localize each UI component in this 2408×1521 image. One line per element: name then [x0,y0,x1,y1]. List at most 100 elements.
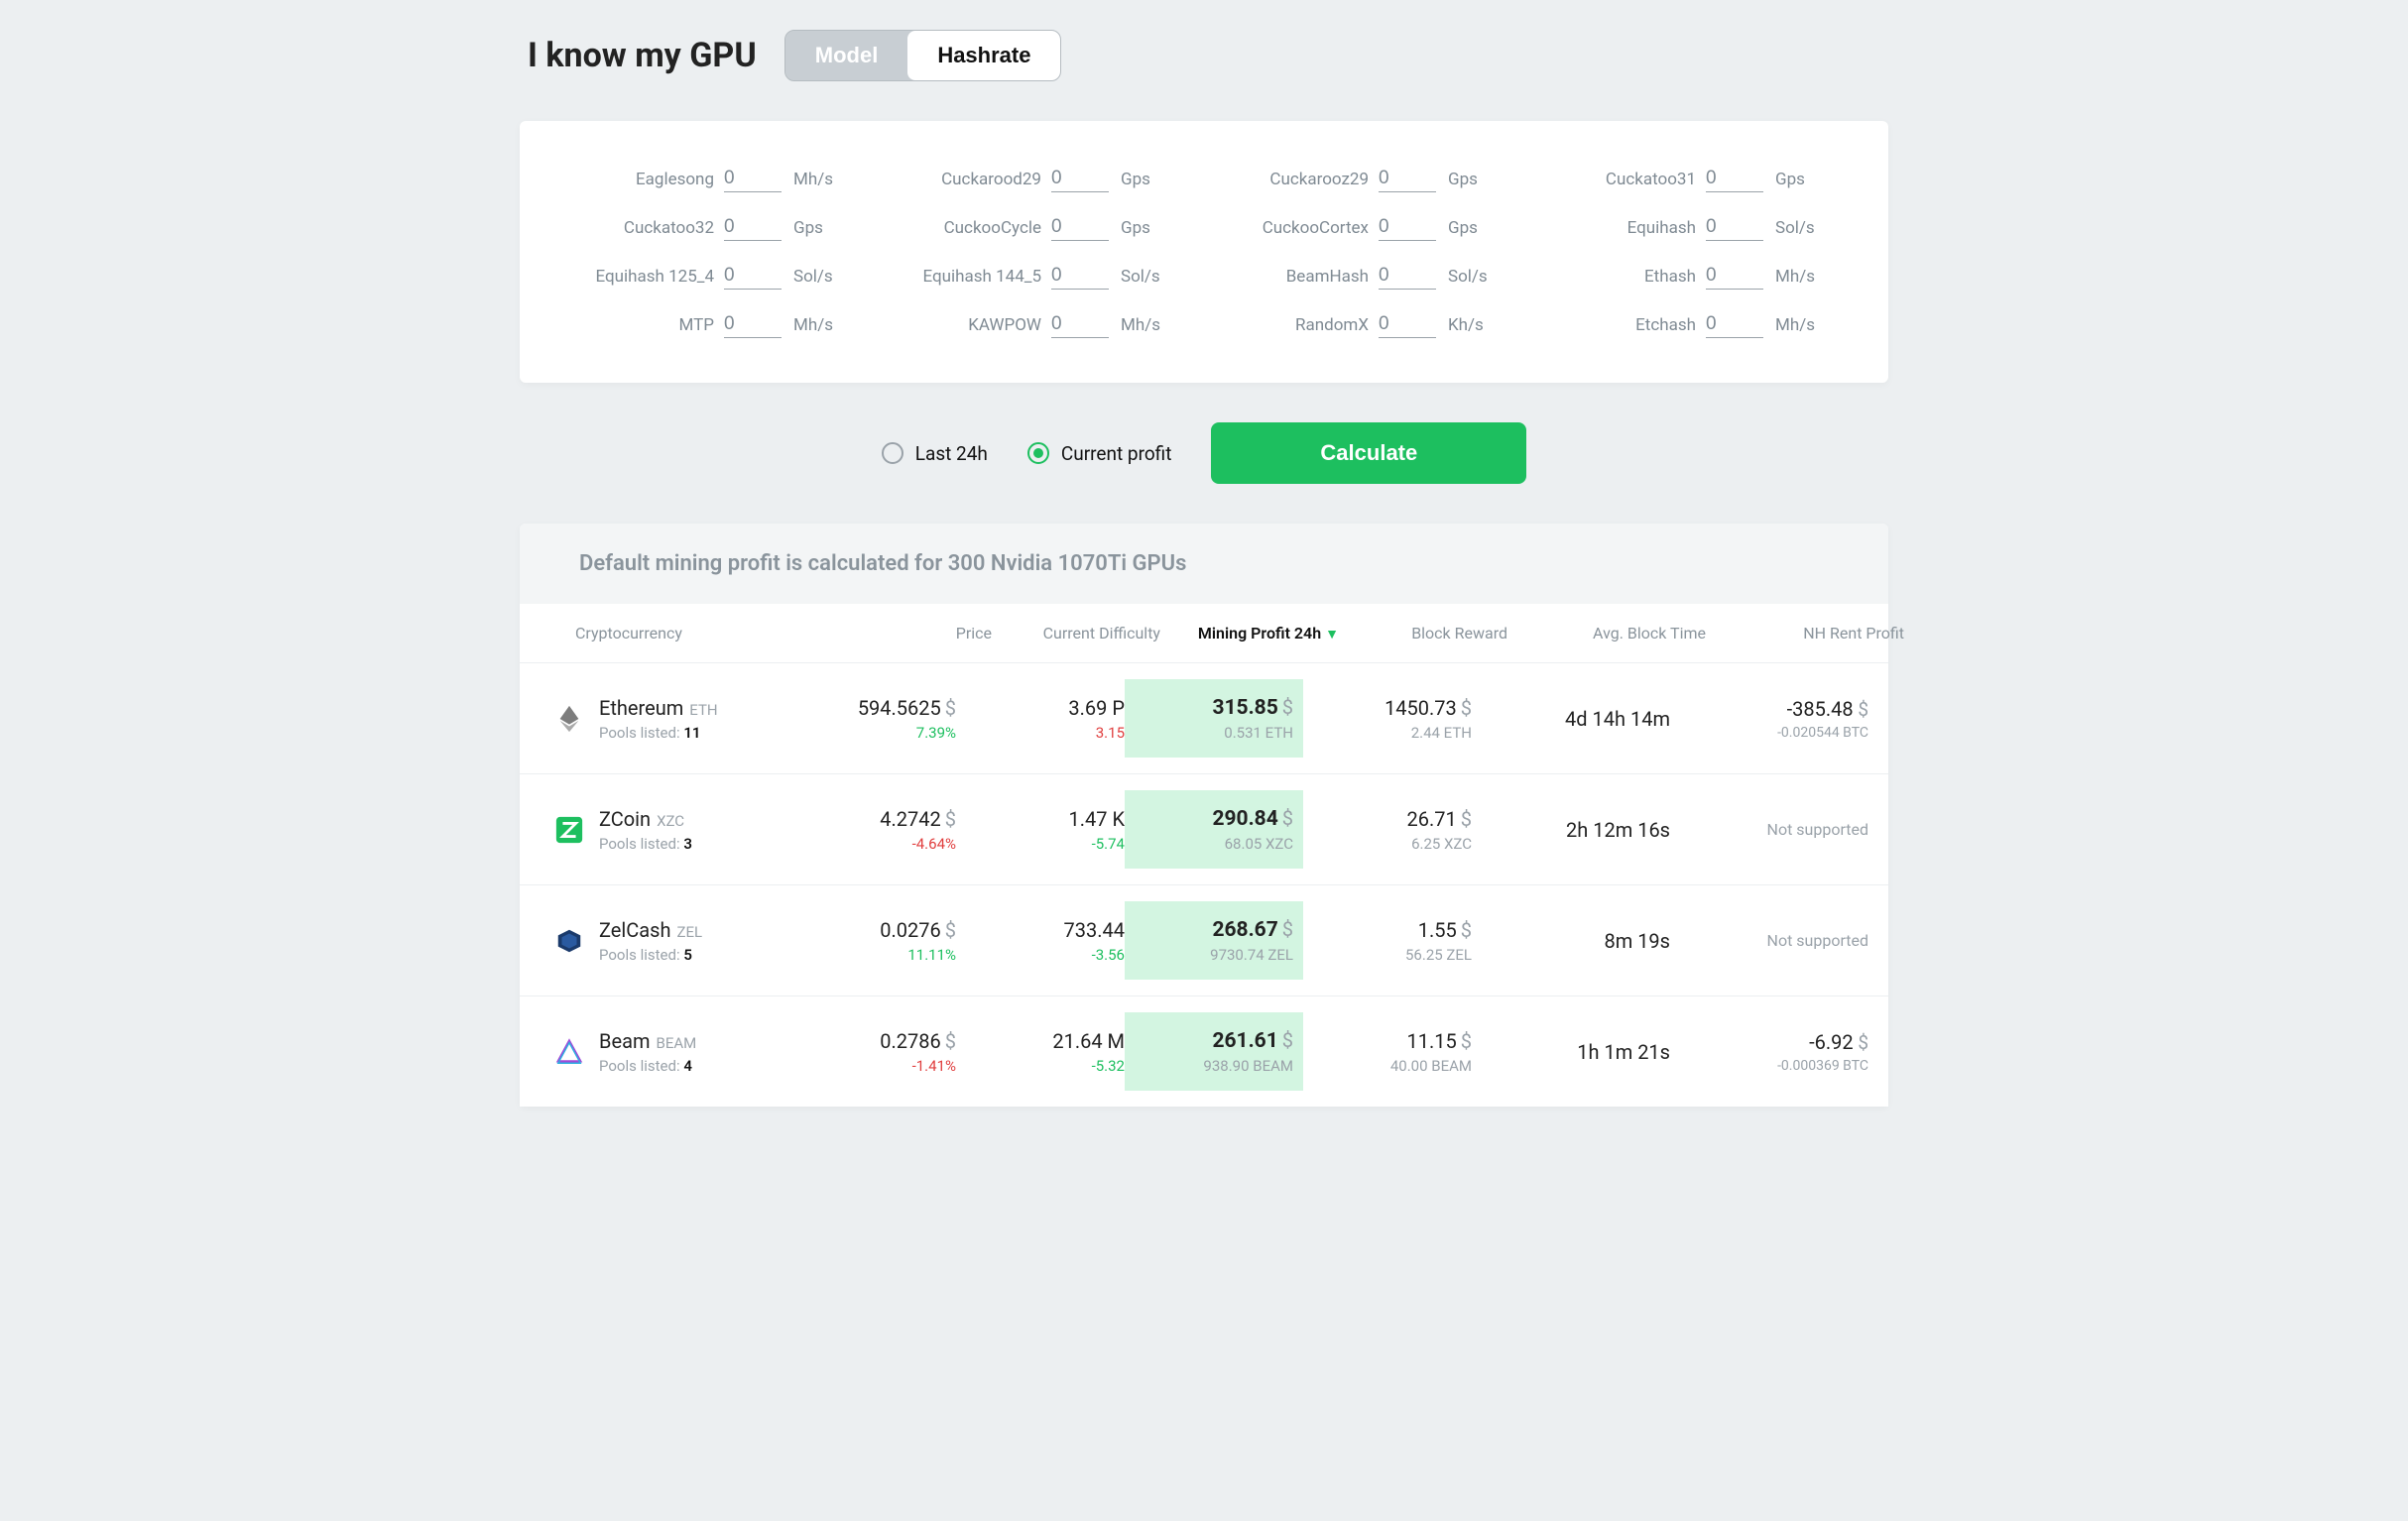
col-crypto[interactable]: Cryptocurrency [575,624,843,643]
hashrate-input[interactable] [1706,311,1763,338]
radio-last24h[interactable] [882,442,903,464]
hashrate-label: KAWPOW [968,315,1041,335]
gpu-mode-toggle: Model Hashrate [784,30,1062,81]
radio-last24h-wrap[interactable]: Last 24h [882,442,988,465]
hashrate-input[interactable] [724,214,782,241]
difficulty-cell: 3.69 P3.15 [956,696,1125,742]
col-profit[interactable]: Mining Profit 24h▼ [1160,624,1339,643]
price-cell: 4.2742 $-4.64% [807,807,956,853]
table-header: Cryptocurrency Price Current Difficulty … [520,604,1888,662]
radio-current-wrap[interactable]: Current profit [1027,442,1172,465]
blocktime-cell: 2h 12m 16s [1472,818,1670,842]
difficulty-cell: 1.47 K-5.74 [956,807,1125,853]
hashrate-unit: Gps [1448,170,1494,189]
col-reward[interactable]: Block Reward [1339,624,1507,643]
coin-name-cell: ZCoinXZCPools listed: 3 [599,807,807,853]
coin-icon [540,926,599,956]
toggle-model[interactable]: Model [785,31,908,80]
nh-rent-cell: -385.48 $-0.020544 BTC [1670,697,1868,741]
price-cell: 0.2786 $-1.41% [807,1029,956,1075]
hashrate-label: Cuckarood29 [941,170,1041,189]
hashrate-unit: Sol/s [1775,218,1821,238]
hashrate-label: CuckooCortex [1263,218,1369,238]
hashrate-label: Cuckatoo32 [624,218,714,238]
hashrate-input[interactable] [1379,263,1436,290]
col-blocktime[interactable]: Avg. Block Time [1507,624,1706,643]
hashrate-unit: Sol/s [793,267,839,287]
hashrate-cell: Equihash 144_5Sol/s [877,263,1204,290]
hashrate-label: Etchash [1635,315,1696,335]
table-row[interactable]: EthereumETHPools listed: 11594.5625 $7.3… [520,662,1888,773]
hashrate-input[interactable] [1051,166,1109,192]
hashrate-input[interactable] [724,263,782,290]
calc-controls: Last 24h Current profit Calculate [520,422,1888,484]
profit-cell: 261.61 $938.90 BEAM [1125,1012,1303,1091]
reward-cell: 26.71 $6.25 XZC [1303,807,1472,853]
sort-desc-icon: ▼ [1325,627,1339,643]
hashrate-unit: Gps [1121,170,1166,189]
hashrate-label: BeamHash [1286,267,1369,287]
col-price[interactable]: Price [843,624,992,643]
price-cell: 594.5625 $7.39% [807,696,956,742]
hashrate-cell: RandomX Kh/s [1204,311,1531,338]
hashrate-label: Cuckarooz29 [1269,170,1369,189]
coin-name-cell: ZelCashZELPools listed: 5 [599,918,807,964]
hashrate-unit: Mh/s [1775,267,1821,287]
hashrate-label: RandomX [1295,315,1369,335]
hashrate-cell: EthashMh/s [1531,263,1859,290]
hashrate-input[interactable] [1379,166,1436,192]
blocktime-cell: 1h 1m 21s [1472,1040,1670,1064]
hashrate-input[interactable] [1051,263,1109,290]
blocktime-cell: 4d 14h 14m [1472,707,1670,731]
table-row[interactable]: BeamBEAMPools listed: 40.2786 $-1.41%21.… [520,995,1888,1107]
hashrate-input[interactable] [1051,311,1109,338]
hashrate-input[interactable] [724,166,782,192]
coin-icon [540,704,599,734]
hashrate-unit: Gps [1121,218,1166,238]
hashrate-unit: Mh/s [1121,315,1166,335]
blocktime-cell: 8m 19s [1472,929,1670,953]
hashrate-input[interactable] [724,311,782,338]
hashrate-input[interactable] [1379,311,1436,338]
hashrate-input[interactable] [1051,214,1109,241]
profit-cell: 268.67 $9730.74 ZEL [1125,901,1303,980]
hashrate-card: EaglesongMh/sCuckarood29GpsCuckarooz29Gp… [520,121,1888,383]
calculate-button[interactable]: Calculate [1211,422,1526,484]
hashrate-unit: Kh/s [1448,315,1494,335]
hashrate-unit: Mh/s [1775,315,1821,335]
hashrate-label: Equihash 125_4 [595,267,714,287]
col-difficulty[interactable]: Current Difficulty [992,624,1160,643]
nh-rent-cell: Not supported [1670,931,1868,950]
hashrate-unit: Sol/s [1121,267,1166,287]
hashrate-cell: MTPMh/s [549,311,877,338]
profit-cell: 315.85 $0.531 ETH [1125,679,1303,758]
hashrate-unit: Mh/s [793,170,839,189]
hashrate-cell: Cuckarood29 Gps [877,166,1204,192]
nh-rent-cell: -6.92 $-0.000369 BTC [1670,1030,1868,1074]
nh-rent-cell: Not supported [1670,820,1868,839]
toggle-hashrate[interactable]: Hashrate [907,31,1060,80]
hashrate-input[interactable] [1706,166,1763,192]
table-row[interactable]: ZCoinXZCPools listed: 34.2742 $-4.64%1.4… [520,773,1888,884]
hashrate-label: Equihash [1627,218,1696,238]
hashrate-unit: Gps [1775,170,1821,189]
coin-name-cell: BeamBEAMPools listed: 4 [599,1029,807,1075]
difficulty-cell: 21.64 M-5.32 [956,1029,1125,1075]
hashrate-input[interactable] [1706,214,1763,241]
radio-current-label: Current profit [1061,442,1172,465]
hashrate-label: CuckooCycle [944,218,1041,238]
hashrate-cell: CuckooCortexGps [1204,214,1531,241]
hashrate-cell: Equihash Sol/s [1531,214,1859,241]
table-row[interactable]: ZelCashZELPools listed: 50.0276 $11.11%7… [520,884,1888,995]
hashrate-cell: Cuckatoo32Gps [549,214,877,241]
col-nhrent[interactable]: NH Rent Profit [1706,624,1904,643]
hashrate-cell: BeamHashSol/s [1204,263,1531,290]
profit-cell: 290.84 $68.05 XZC [1125,790,1303,869]
reward-cell: 1450.73 $2.44 ETH [1303,696,1472,742]
radio-current[interactable] [1027,442,1049,464]
coin-name-cell: EthereumETHPools listed: 11 [599,696,807,742]
hashrate-input[interactable] [1706,263,1763,290]
reward-cell: 1.55 $56.25 ZEL [1303,918,1472,964]
hashrate-input[interactable] [1379,214,1436,241]
info-bar: Default mining profit is calculated for … [520,524,1888,604]
